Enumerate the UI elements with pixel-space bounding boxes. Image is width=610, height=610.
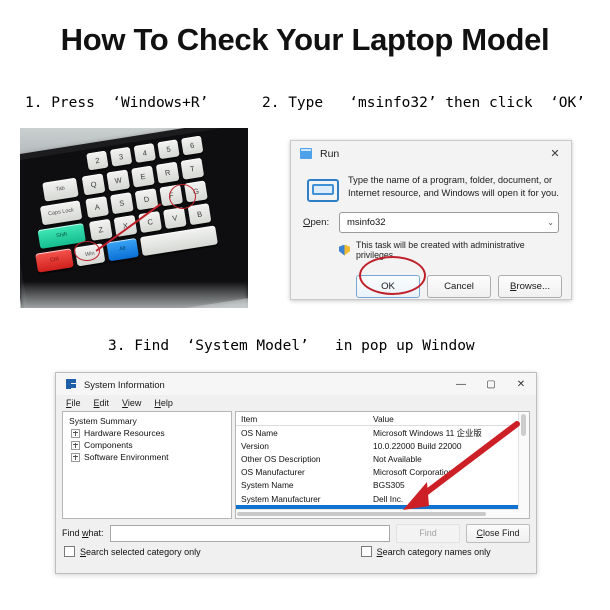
checkbox-label: Search category names only [376,546,491,557]
sysinfo-menubar: File Edit View Help [56,395,536,410]
key-3: 3 [109,146,133,167]
step-2-caption: 2. Type ‘msinfo32’ then click ‘OK’ [262,95,586,111]
tree-item-label: Software Environment [84,452,169,462]
tree-item-software-environment[interactable]: Software Environment [67,451,227,463]
windows-flag-icon [66,379,77,389]
row-item: Version [241,440,269,451]
find-input[interactable] [109,524,390,542]
sysinfo-title: System Information [84,378,165,390]
column-header-item[interactable]: Item [236,414,369,424]
step-3-caption: 3. Find ‘System Model’ in pop up Window [108,338,475,354]
key-z: Z [88,218,113,241]
tree-item-system-summary[interactable]: System Summary [67,415,227,427]
keyboard-photo: 2 3 4 5 6 Tab Q W E R T Caps Lock A S D … [20,128,248,308]
checkbox-search-category-names-only[interactable]: Search category names only [360,546,491,557]
page-title: How To Check Your Laptop Model [60,22,550,57]
cancel-button[interactable]: Cancel [427,275,491,298]
close-icon[interactable]: ✕ [541,142,569,166]
row-item: System Name [241,480,294,491]
tree-item-label: Components [84,440,133,450]
run-description-row: Type the name of a program, folder, docu… [303,172,559,203]
key-c: C [138,211,163,234]
key-a: A [85,196,110,219]
run-window-icon [300,148,312,159]
browse-button[interactable]: Browse... [498,275,562,298]
row-item: Other OS Description [241,453,321,464]
photo-blur-bottom [20,284,248,308]
expand-icon[interactable] [71,440,80,450]
key-4: 4 [133,143,156,163]
table-row[interactable]: System Typex64-based PC [236,518,529,519]
key-e: E [131,165,155,188]
step-1-caption: 1. Press ‘Windows+R’ [25,95,209,111]
row-item: System Manufacturer [241,493,321,504]
annotation-arrow-system-model [403,421,520,510]
row-item: OS Manufacturer [241,467,305,478]
keyboard-body: 2 3 4 5 6 Tab Q W E R T Caps Lock A S D … [20,128,248,308]
menu-help[interactable]: Help [154,398,173,408]
open-input-value: msinfo32 [347,217,386,228]
key-s: S [110,192,134,215]
menu-view[interactable]: View [122,398,141,408]
open-label: Open: [303,217,330,228]
run-uac-row: This task will be created with administr… [303,240,559,260]
run-body: Type the name of a program, folder, docu… [291,166,571,260]
run-open-row: Open: msinfo32 ⌄ [303,212,559,233]
maximize-icon[interactable]: ▢ [476,373,506,395]
close-icon[interactable]: ✕ [506,373,536,395]
key-w: W [106,169,131,192]
checkbox-label: Search selected category only [80,546,201,557]
menu-edit[interactable]: Edit [94,398,110,408]
open-combobox[interactable]: msinfo32 ⌄ [339,212,559,233]
chevron-down-icon[interactable]: ⌄ [547,218,554,227]
run-description: Type the name of a program, folder, docu… [348,175,559,199]
run-dialog: Run ✕ Type the name of a program, folder… [290,140,572,300]
find-what-label: Find what: [62,528,104,538]
run-button-row: OK Cancel Browse... [291,275,571,298]
key-q: Q [81,173,106,196]
key-t: T [180,157,205,180]
checkbox-icon[interactable] [360,546,372,557]
expand-icon[interactable] [71,428,80,438]
close-find-button[interactable]: Close Find [466,523,530,543]
key-r: R [155,161,180,184]
ok-button[interactable]: OK [356,275,420,298]
run-titlebar: Run ✕ [291,141,571,166]
tree-item-components[interactable]: Components [67,439,227,451]
run-dialog-title: Run [320,147,340,160]
key-6: 6 [180,135,204,156]
find-options: Search selected category only Search cat… [64,546,530,557]
sysinfo-titlebar: System Information — ▢ ✕ [56,373,536,395]
tree-item-label: Hardware Resources [84,428,165,438]
minimize-icon[interactable]: — [446,373,476,395]
expand-icon[interactable] [71,452,80,462]
key-2: 2 [86,150,109,171]
window-controls: — ▢ ✕ [446,373,536,395]
row-value: x64-based PC [369,518,529,519]
run-uac-note: This task will be created with administr… [356,240,525,260]
shield-icon [339,244,350,256]
key-5: 5 [157,139,180,160]
row-item: OS Name [241,427,278,438]
annotation-circle-r-key [169,184,196,209]
find-button[interactable]: Find [396,523,460,543]
key-v: V [162,207,187,230]
tree-item-hardware-resources[interactable]: Hardware Resources [67,427,227,439]
row-item: System Type [236,518,369,519]
run-program-icon [305,176,339,203]
find-bar: Find what: Find Close Find [62,523,530,543]
checkbox-search-selected-category-only[interactable]: Search selected category only [64,546,201,557]
checkbox-icon[interactable] [64,546,75,557]
key-b: B [187,203,212,226]
menu-file[interactable]: File [66,398,81,408]
category-tree[interactable]: System Summary Hardware Resources Compon… [62,411,232,519]
